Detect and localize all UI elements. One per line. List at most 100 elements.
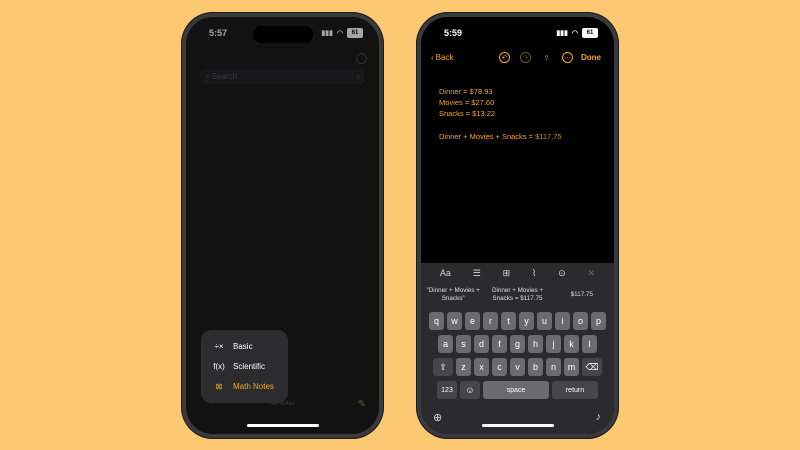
shift-key[interactable]: ⇧ xyxy=(433,358,453,376)
done-button[interactable]: Done xyxy=(581,53,601,62)
shift-icon: ⇧ xyxy=(439,361,447,372)
emoji-icon: ☺ xyxy=(465,385,475,395)
share-icon[interactable]: ⇪ xyxy=(541,52,552,63)
key-n[interactable]: n xyxy=(546,358,561,376)
home-indicator[interactable] xyxy=(246,424,319,427)
toolbar-icons: ↶ ↷ ⇪ ⋯ xyxy=(499,52,573,63)
key-o[interactable]: o xyxy=(573,312,588,330)
menu-item-scientific[interactable]: f(x) Scientific xyxy=(201,356,288,376)
key-g[interactable]: g xyxy=(510,335,525,353)
key-r[interactable]: r xyxy=(483,312,498,330)
dictation-icon[interactable]: ♪ xyxy=(596,411,602,423)
math-note-body[interactable]: Dinner = $78.93 Movies = $27.60 Snacks =… xyxy=(439,86,562,142)
key-row-1: q w e r t y u i o p xyxy=(421,312,614,330)
function-icon: f(x) xyxy=(213,361,225,371)
key-l[interactable]: l xyxy=(582,335,597,353)
key-u[interactable]: u xyxy=(537,312,552,330)
key-m[interactable]: m xyxy=(564,358,579,376)
keyboard-toolbar: Aa ☰ ⊞ ⌇ ⊙ ✕ xyxy=(421,263,614,283)
key-x[interactable]: x xyxy=(474,358,489,376)
status-icons: ▮▮▮ ◠ 61 xyxy=(321,28,363,38)
search-icon: ⌕ xyxy=(205,71,212,81)
key-w[interactable]: w xyxy=(447,312,462,330)
backspace-icon: ⌫ xyxy=(585,361,599,372)
battery-icon: 61 xyxy=(582,28,598,38)
wifi-icon: ◠ xyxy=(571,30,578,37)
space-key[interactable]: space xyxy=(483,381,549,399)
more-icon[interactable]: ⋯ xyxy=(562,52,573,63)
search-placeholder: Search xyxy=(211,72,238,81)
menu-item-label: Scientific xyxy=(233,361,266,371)
status-bar: 5:59 ▮▮▮ ◠ 61 xyxy=(421,27,614,41)
close-icon[interactable]: ✕ xyxy=(587,268,595,279)
checklist-icon[interactable]: ☰ xyxy=(473,268,481,279)
status-icons: ▮▮▮ ◠ 61 xyxy=(556,28,598,38)
back-button[interactable]: ‹ Back xyxy=(431,53,453,62)
suggestion-item[interactable]: Dinner + Movies + Snacks = $117.75 xyxy=(485,287,549,303)
key-i[interactable]: i xyxy=(555,312,570,330)
undo-icon[interactable]: ↶ xyxy=(499,52,510,63)
key-k[interactable]: k xyxy=(564,335,579,353)
table-icon[interactable]: ⊞ xyxy=(503,268,511,279)
note-line: Movies = $27.60 xyxy=(439,98,495,107)
formula-result: $117.75 xyxy=(535,132,562,141)
formula-line: Dinner + Movies + Snacks = $117.75 xyxy=(439,131,562,142)
note-line: Dinner = $78.93 xyxy=(439,87,493,96)
suggestion-item[interactable]: "Dinner + Movies + Snacks" xyxy=(421,287,485,303)
key-h[interactable]: h xyxy=(528,335,543,353)
compose-icon[interactable]: ✎ xyxy=(358,399,366,410)
home-indicator[interactable] xyxy=(481,424,554,427)
key-q[interactable]: q xyxy=(429,312,444,330)
signal-icon: ▮▮▮ xyxy=(321,30,333,37)
key-f[interactable]: f xyxy=(492,335,507,353)
attachment-icon[interactable]: ⌇ xyxy=(532,268,536,279)
key-z[interactable]: z xyxy=(456,358,471,376)
right-phone: 5:59 ▮▮▮ ◠ 61 ‹ Back ↶ ↷ ⇪ ⋯ Done Dinner… xyxy=(416,12,619,439)
basic-calculator-icon: ÷× xyxy=(214,341,224,351)
status-time: 5:57 xyxy=(209,28,228,38)
key-p[interactable]: p xyxy=(591,312,606,330)
chevron-left-icon: ‹ xyxy=(431,53,434,62)
suggestion-bar: "Dinner + Movies + Snacks" Dinner + Movi… xyxy=(421,283,614,307)
keyboard-bottom-bar: ⊕ ♪ xyxy=(421,411,614,425)
return-key[interactable]: return xyxy=(552,381,598,399)
left-phone: 5:57 ▮▮▮ ◠ 61 ⌕ Search ♪ No Notes ✎ ÷× B… xyxy=(181,12,384,439)
key-b[interactable]: b xyxy=(528,358,543,376)
microphone-icon[interactable]: ♪ xyxy=(356,72,360,81)
wifi-icon: ◠ xyxy=(336,30,343,37)
keyboard: Aa ☰ ⊞ ⌇ ⊙ ✕ "Dinner + Movies + Snacks" … xyxy=(421,263,614,434)
suggestion-item[interactable]: $117.75 xyxy=(550,291,614,299)
markup-icon[interactable]: ⊙ xyxy=(558,268,566,279)
menu-item-math-notes[interactable]: ⊠ Math Notes xyxy=(201,376,288,396)
key-row-3: ⇧ z x c v b n m ⌫ xyxy=(421,358,614,376)
key-e[interactable]: e xyxy=(465,312,480,330)
key-row-4: 123 ☺ space return xyxy=(421,381,614,399)
signal-icon: ▮▮▮ xyxy=(556,30,568,37)
numbers-key[interactable]: 123 xyxy=(437,381,457,399)
key-d[interactable]: d xyxy=(474,335,489,353)
menu-item-basic[interactable]: ÷× Basic xyxy=(201,336,288,356)
navigation-bar: ‹ Back ↶ ↷ ⇪ ⋯ Done xyxy=(421,52,614,67)
globe-icon[interactable]: ⊕ xyxy=(433,411,442,424)
key-j[interactable]: j xyxy=(546,335,561,353)
key-y[interactable]: y xyxy=(519,312,534,330)
math-notes-icon: ⊠ xyxy=(215,381,223,391)
key-c[interactable]: c xyxy=(492,358,507,376)
redo-icon[interactable]: ↷ xyxy=(520,52,531,63)
emoji-key[interactable]: ☺ xyxy=(460,381,480,399)
text-format-icon[interactable]: Aa xyxy=(440,268,451,278)
status-bar: 5:57 ▮▮▮ ◠ 61 xyxy=(186,27,379,41)
search-field[interactable]: ⌕ Search ♪ xyxy=(200,69,365,84)
key-a[interactable]: a xyxy=(438,335,453,353)
right-screen: 5:59 ▮▮▮ ◠ 61 ‹ Back ↶ ↷ ⇪ ⋯ Done Dinner… xyxy=(421,17,614,434)
key-row-2: a s d f g h j k l xyxy=(421,335,614,353)
more-options-icon[interactable] xyxy=(356,53,367,64)
battery-icon: 61 xyxy=(347,28,363,38)
note-line: Snacks = $13.22 xyxy=(439,109,496,118)
key-t[interactable]: t xyxy=(501,312,516,330)
formula-text: Dinner + Movies + Snacks = xyxy=(439,132,536,141)
key-s[interactable]: s xyxy=(456,335,471,353)
left-screen: 5:57 ▮▮▮ ◠ 61 ⌕ Search ♪ No Notes ✎ ÷× B… xyxy=(186,17,379,434)
delete-key[interactable]: ⌫ xyxy=(582,358,602,376)
key-v[interactable]: v xyxy=(510,358,525,376)
